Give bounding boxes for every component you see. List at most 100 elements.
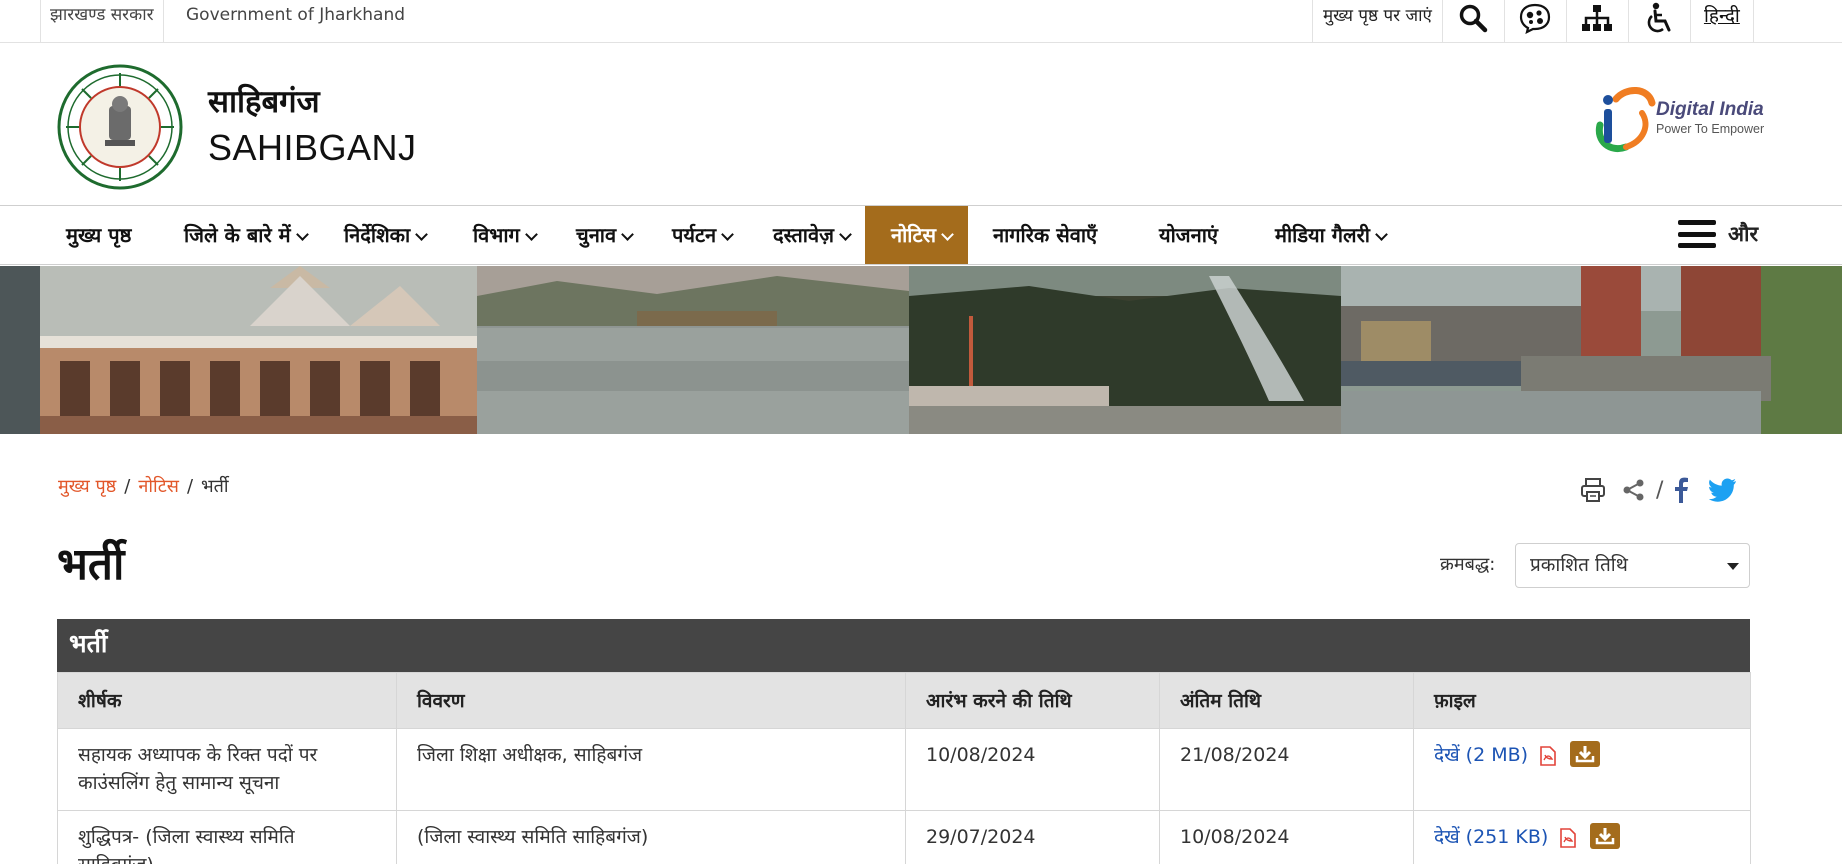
nav-item-tourism[interactable]: पर्यटन [672,206,735,264]
print-icon[interactable] [1580,477,1606,503]
digital-india-tagline: Power To Empower [1656,122,1764,136]
breadcrumb-separator: / [124,476,131,497]
chevron-down-icon [1375,228,1388,241]
nav-item-notices[interactable]: नोटिस [865,206,968,264]
chevron-down-icon [295,228,309,241]
share-icon[interactable] [1622,479,1646,501]
gov-name-hindi[interactable]: झारखण्ड सरकार [40,0,164,43]
table-row: सहायक अध्यापक के रिक्त पदों पर काउंसलिंग… [57,728,1751,811]
sort-select-value: प्रकाशित तिथि [1530,554,1628,576]
search-icon [1460,4,1488,32]
nav-label: जिले के बारे में [184,223,291,247]
cell-file: देखें (251 KB) [1413,810,1751,864]
breadcrumb-separator: / [186,476,194,497]
twitter-icon[interactable] [1709,478,1737,502]
search-button[interactable] [1443,0,1505,43]
skip-to-main-link[interactable]: मुख्य पृष्ठ पर जाएं [1313,0,1443,43]
breadcrumb-current: भर्ती [201,476,229,497]
nav-label: दस्तावेज़ [773,223,834,247]
nav-item-about-district[interactable]: जिले के बारे में [184,206,309,264]
breadcrumb-home[interactable]: मुख्य पृष्ठ [58,476,116,497]
nav-label: नागरिक सेवाएँ [993,223,1098,247]
sitemap-button[interactable] [1567,0,1629,43]
sort-select[interactable]: प्रकाशित तिथि [1515,543,1750,588]
screen-reader-icon [1520,3,1551,34]
chevron-down-icon [941,228,954,241]
accessibility-icon [1648,2,1671,32]
banner-image-waterfall [909,266,1341,434]
nav-label: मीडिया गैलरी [1275,223,1370,247]
nav-label: योजनाएं [1159,223,1218,247]
top-utility-bar: झारखण्ड सरकार Government of Jharkhand मु… [0,0,1842,43]
column-header-description: विवरण [396,672,906,729]
site-name-hindi[interactable]: साहिबगंज [208,80,320,122]
digital-india-logo[interactable]: Digital India Power To Empower [1586,81,1766,156]
table-header-row: शीर्षक विवरण आरंभ करने की तिथि अंतिम तिथ… [57,672,1751,729]
nav-item-elections[interactable]: चुनाव [576,206,634,264]
cell-description: (जिला स्वास्थ्य समिति साहिबगंज) [396,810,906,864]
cell-end-date: 10/08/2024 [1159,810,1414,864]
nav-item-media-gallery[interactable]: मीडिया गैलरी [1275,206,1388,264]
cell-description: जिला शिक्षा अधीक्षक, साहिबगंज [396,728,906,811]
banner-image-ferry [1341,266,1842,434]
digital-india-title: Digital India [1656,99,1764,120]
breadcrumb: मुख्य पृष्ठ / नोटिस / भर्ती [58,474,229,498]
download-icon [1575,745,1595,762]
nav-label: नोटिस [891,223,937,247]
view-file-link[interactable]: देखें (2 MB) [1434,744,1528,766]
cell-title: शुद्धिपत्र- (जिला स्वास्थ्य समिति साहिबग… [57,810,397,864]
chevron-down-icon [415,228,429,241]
accessibility-button[interactable] [1629,0,1691,43]
jharkhand-emblem-logo[interactable] [57,64,183,190]
column-header-start-date: आरंभ करने की तिथि [905,672,1160,729]
nav-item-home[interactable]: मुख्य पृष्ठ [66,206,131,264]
column-header-file: फ़ाइल [1413,672,1751,729]
chevron-down-icon [839,228,852,241]
hamburger-icon [1678,220,1716,248]
download-button[interactable] [1570,740,1601,767]
notices-table: भर्ती शीर्षक विवरण आरंभ करने की तिथि अंत… [57,619,1751,864]
cell-end-date: 21/08/2024 [1159,728,1414,811]
site-header: साहिबगंज SAHIBGANJ Digital India Power T… [0,43,1842,206]
screen-reader-button[interactable] [1505,0,1567,43]
nav-item-citizen-services[interactable]: नागरिक सेवाएँ [993,206,1097,264]
view-file-link[interactable]: देखें (251 KB) [1434,826,1548,848]
pdf-icon [1560,827,1577,848]
nav-item-schemes[interactable]: योजनाएं [1159,206,1218,264]
nav-item-documents[interactable]: दस्तावेज़ [773,206,852,264]
site-name-english[interactable]: SAHIBGANJ [208,127,417,169]
table-row: शुद्धिपत्र- (जिला स्वास्थ्य समिति साहिबग… [57,810,1751,864]
sort-label: क्रमबद्ध: [1440,554,1496,575]
more-menu-button[interactable]: और [1678,220,1758,248]
share-toolbar: / [1580,477,1737,503]
more-label: और [1728,222,1759,246]
pdf-icon [1540,745,1556,766]
facebook-icon[interactable] [1673,477,1689,503]
main-navigation: मुख्य पृष्ठ जिले के बारे में निर्देशिका … [0,205,1842,265]
banner-image-river [477,266,909,434]
nav-item-departments[interactable]: विभाग [473,206,538,264]
cell-start-date: 10/08/2024 [905,728,1160,811]
chevron-down-icon [721,228,735,241]
top-utility-links: मुख्य पृष्ठ पर जाएं हिन्दी [1312,0,1754,43]
cell-title: सहायक अध्यापक के रिक्त पदों पर काउंसलिंग… [57,728,397,811]
cell-file: देखें (2 MB) [1413,728,1751,811]
nav-label: पर्यटन [672,223,717,247]
nav-label: मुख्य पृष्ठ [66,223,132,247]
download-button[interactable] [1590,822,1621,849]
banner-image-strip [0,266,1842,434]
table-caption: भर्ती [57,619,1750,672]
gov-name-english[interactable]: Government of Jharkhand [186,0,405,43]
breadcrumb-notices[interactable]: नोटिस [138,476,179,497]
nav-item-directory[interactable]: निर्देशिका [344,206,429,264]
share-separator: / [1656,477,1664,503]
chevron-down-icon [621,228,634,241]
page-title: भर्ती [57,539,125,590]
language-toggle[interactable]: हिन्दी [1691,0,1753,43]
banner-image-temple [0,266,477,434]
download-icon [1596,827,1615,844]
nav-label: चुनाव [576,223,617,247]
caret-down-icon [1727,563,1739,570]
nav-label: विभाग [473,223,520,247]
column-header-end-date: अंतिम तिथि [1159,672,1414,729]
